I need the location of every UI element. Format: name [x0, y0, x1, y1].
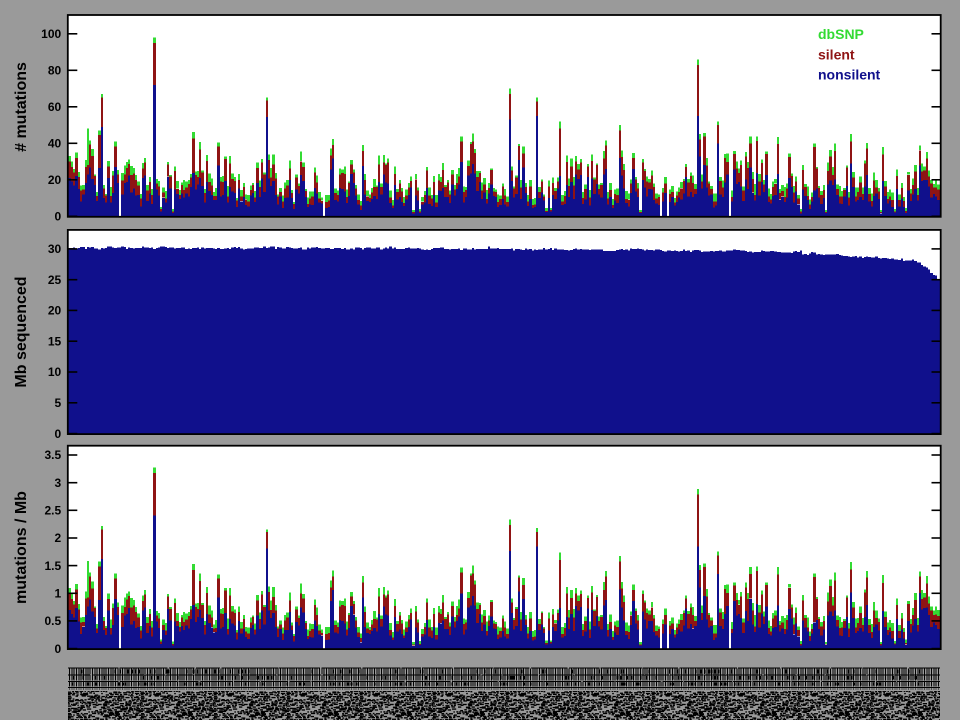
- svg-text:25: 25: [48, 273, 62, 287]
- svg-text:30: 30: [48, 242, 62, 256]
- svg-text:10: 10: [48, 365, 62, 379]
- svg-text:0.5: 0.5: [45, 614, 62, 628]
- svg-text:3: 3: [55, 476, 62, 490]
- svg-text:2.5: 2.5: [45, 504, 62, 518]
- svg-text:80: 80: [48, 64, 62, 78]
- svg-text:100: 100: [41, 27, 61, 41]
- svg-text:# mutations: # mutations: [13, 62, 30, 152]
- svg-text:15: 15: [48, 334, 62, 348]
- svg-text:2: 2: [55, 531, 62, 545]
- svg-text:1: 1: [55, 587, 62, 601]
- svg-text:3.5: 3.5: [45, 448, 62, 462]
- svg-text:Mb sequenced: Mb sequenced: [13, 276, 30, 387]
- svg-text:20: 20: [48, 173, 62, 187]
- svg-text:0: 0: [55, 210, 62, 224]
- svg-text:60: 60: [48, 100, 62, 114]
- svg-text:silent: silent: [818, 47, 855, 63]
- svg-text:mutations / Mb: mutations / Mb: [13, 491, 30, 604]
- svg-text:40: 40: [48, 137, 62, 151]
- svg-text:5: 5: [55, 396, 62, 410]
- svg-text:20: 20: [48, 304, 62, 318]
- svg-text:1.5: 1.5: [45, 559, 62, 573]
- svg-text:dbSNP: dbSNP: [818, 26, 864, 42]
- svg-text:0: 0: [55, 427, 62, 441]
- svg-text:nonsilent: nonsilent: [818, 67, 881, 83]
- svg-text:0: 0: [55, 642, 62, 656]
